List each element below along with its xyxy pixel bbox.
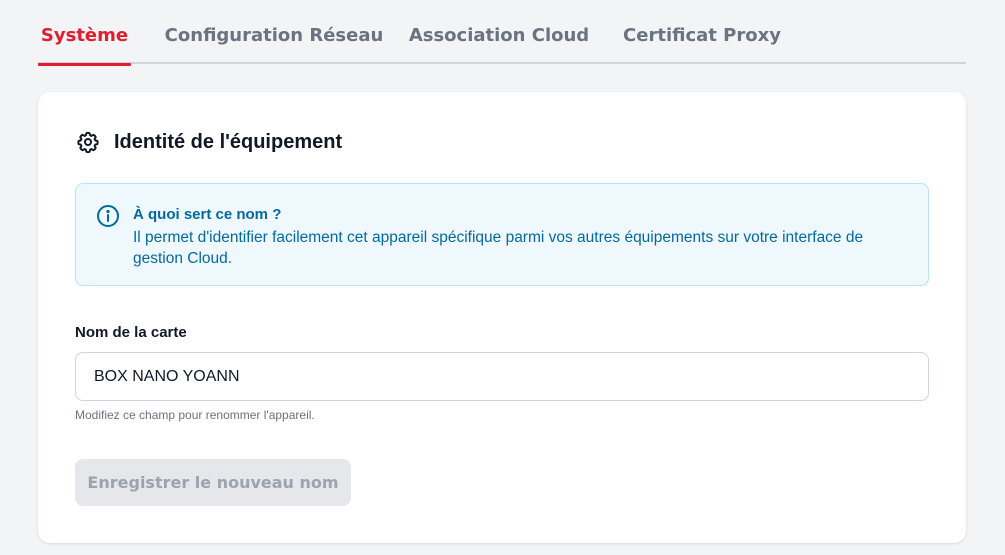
gear-icon [76,130,100,154]
device-identity-card: Identité de l'équipement À quoi sert ce … [38,92,966,543]
info-title: À quoi sert ce nom ? [133,206,282,223]
device-name-hint: Modifiez ce champ pour renommer l'appare… [75,408,315,422]
tab-association-cloud[interactable]: Association Cloud [408,0,590,64]
tab-bar: Système Configuration Réseau Association… [38,0,966,66]
tab-configuration-reseau-label: Configuration Réseau [164,24,384,46]
tab-association-cloud-label: Association Cloud [408,24,590,46]
card-title: Identité de l'équipement [114,130,343,153]
info-text: Il permet d'identifier facilement cet ap… [133,229,864,267]
tab-certificat-proxy[interactable]: Certificat Proxy [622,0,782,64]
info-icon [96,204,120,228]
card-header: Identité de l'équipement [76,130,342,154]
save-name-button[interactable]: Enregistrer le nouveau nom [75,459,351,506]
tab-configuration-reseau[interactable]: Configuration Réseau [164,0,384,64]
device-name-input[interactable] [75,352,929,401]
info-callout: À quoi sert ce nom ? Il permet d'identif… [75,183,929,286]
tab-systeme[interactable]: Système [38,0,131,66]
tab-systeme-label: Système [40,24,129,46]
device-name-label: Nom de la carte [75,324,187,341]
tab-certificat-proxy-label: Certificat Proxy [623,24,781,46]
